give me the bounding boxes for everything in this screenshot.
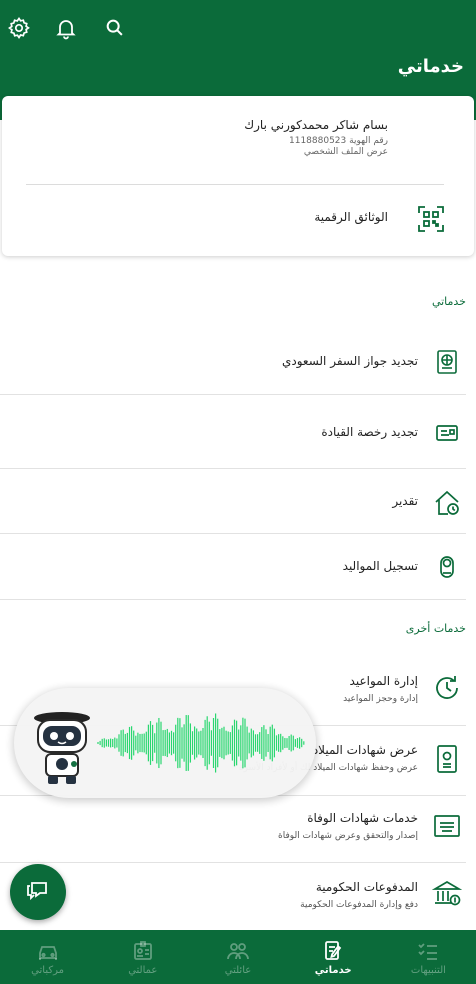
profile-card[interactable]: بسام شاكر محمدكورني بارك رقم الهوية 1118… [2,96,474,256]
nav-label: عمالتي [128,964,158,976]
digital-documents-button[interactable]: الوثائق الرقمية [2,196,474,244]
nav-label: التنبيهات [410,964,446,976]
section-my-services: خدماتي [431,295,466,308]
checklist-icon [418,942,438,960]
service-title: المدفوعات الحكومية [315,880,418,894]
service-title: تقدير [392,494,418,508]
service-license-renewal[interactable]: تجديد رخصة القيادة [0,400,476,466]
nav-vehicles[interactable]: مركباتي [0,930,95,984]
divider [0,468,466,469]
service-title: عرض شهادات الميلاد [312,743,418,757]
nav-label: عائلتي [224,964,252,976]
divider [0,599,466,600]
nav-alerts[interactable]: التنبيهات [381,930,476,984]
service-title: إدارة المواعيد [349,674,418,688]
qr-code-icon [416,204,446,238]
divider [0,394,466,395]
death-certificate-icon [432,811,462,841]
service-title: خدمات شهادات الوفاة [307,811,418,825]
service-death-certificates[interactable]: خدمات شهادات الوفاة إصدار والتحقق وعرض ش… [0,797,476,861]
service-subtitle: إصدار والتحقق وعرض شهادات الوفاة [278,831,418,841]
profile-id: رقم الهوية 1118880523 [289,136,388,146]
license-icon [432,418,462,448]
digital-documents-label: الوثائق الرقمية [314,210,388,224]
service-title: تجديد رخصة القيادة [321,425,418,439]
voice-waveform [96,706,316,780]
robot-assistant-icon [20,698,100,788]
bell-icon[interactable] [51,13,81,43]
view-profile-link[interactable]: عرض الملف الشخصي [244,147,388,158]
gear-icon[interactable] [4,13,34,43]
document-pen-icon [325,940,342,960]
service-subtitle: دفع وإدارة المدفوعات الحكومية [300,900,418,910]
government-building-icon [432,878,462,908]
chat-bubble-icon [25,877,51,907]
id-badge-icon [133,940,152,960]
service-title: تجديد جواز السفر السعودي [281,354,418,368]
baby-icon [432,552,462,582]
section-other-services: خدمات أخرى [405,622,466,635]
service-passport-renewal[interactable]: تجديد جواز السفر السعودي [0,330,476,394]
profile-info: بسام شاكر محمدكورني بارك رقم الهوية 1118… [244,118,388,158]
service-title: تسجيل المواليد [342,559,418,573]
nav-label: مركباتي [31,964,64,976]
nav-workers[interactable]: عمالتي [95,930,190,984]
divider [0,533,466,534]
nav-label: خدماتي [314,964,352,976]
nav-my-services[interactable]: خدماتي [286,930,381,984]
nav-family[interactable]: عائلتي [190,930,285,984]
divider [26,184,444,185]
page-title: خدماتي [397,56,464,77]
service-subtitle: إدارة وحجز المواعيد [343,694,418,704]
search-icon[interactable] [100,13,130,43]
service-birth-registration[interactable]: تسجيل المواليد [0,535,476,599]
house-clock-icon [432,488,462,518]
birth-certificate-icon [432,744,462,774]
service-government-payments[interactable]: المدفوعات الحكومية دفع وإدارة المدفوعات … [0,864,476,928]
bottom-navigation: التنبيهات خدماتي عائلتي عمالتي مركباتي [0,930,476,984]
clock-arrow-icon [432,673,462,703]
passport-icon [432,347,462,377]
voice-assistant-overlay[interactable] [14,688,316,798]
profile-name: بسام شاكر محمدكورني بارك [244,118,388,132]
family-icon [227,942,249,959]
divider [0,862,466,863]
chat-fab-button[interactable] [10,864,66,920]
car-icon [38,945,57,960]
service-taqdeer[interactable]: تقدير [0,470,476,532]
